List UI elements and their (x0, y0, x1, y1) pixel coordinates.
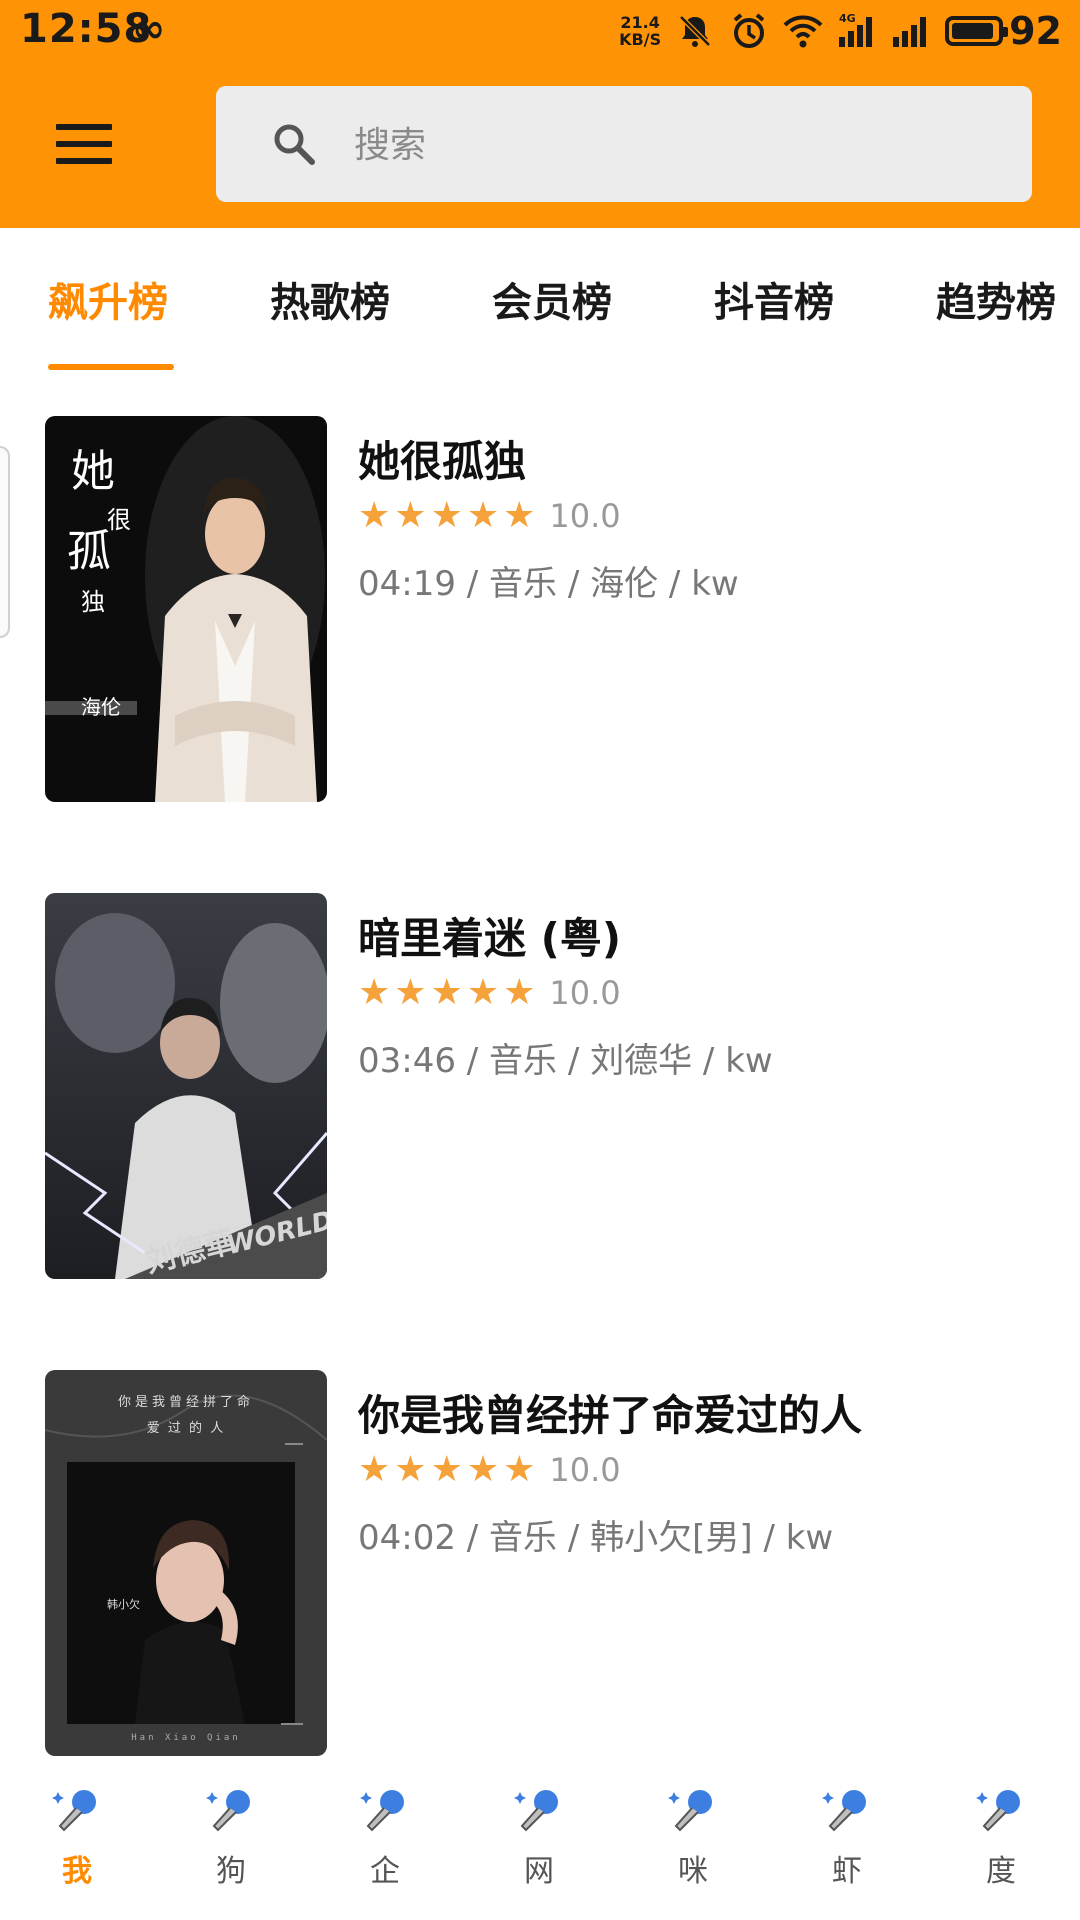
chart-tabs: 飙升榜 热歌榜 会员榜 抖音榜 趋势榜 (0, 228, 1080, 378)
rating-value: 10.0 (549, 974, 621, 1012)
star-icon: ★ (358, 972, 391, 1013)
song-meta: 04:02 / 音乐 / 韩小欠[男] / kw (358, 1518, 834, 1558)
battery: 92 (945, 9, 1062, 53)
microphone-icon (514, 1790, 558, 1832)
rating-value: 10.0 (549, 497, 621, 535)
star-icon: ★ (503, 495, 536, 536)
signal-icon (893, 17, 927, 47)
nav-item-migu[interactable]: 咪 (616, 1768, 770, 1920)
song-item[interactable]: 她 很 孤 独 海伦 她很孤独 ★ ★ ★ ★ ★ 10.0 04:19 / 音… (0, 416, 1080, 804)
song-meta: 04:19 / 音乐 / 海伦 / kw (358, 564, 739, 604)
cover-text: 孤 (67, 526, 111, 577)
star-icon: ★ (394, 1449, 427, 1490)
bottom-nav: 我 狗 企 网 咪 虾 度 (0, 1768, 1080, 1920)
hamburger-menu-icon[interactable] (56, 124, 112, 164)
star-icon: ★ (503, 1449, 536, 1490)
nav-item-me[interactable]: 我 (0, 1768, 154, 1920)
star-icon: ★ (466, 972, 500, 1013)
net-speed: 21.4 KB/S (619, 14, 661, 48)
star-icon: ★ (430, 495, 463, 536)
nav-label: 度 (986, 1854, 1016, 1889)
star-icon: ★ (430, 1449, 463, 1490)
cover-text: 韩小欠 (107, 1597, 140, 1611)
battery-level (952, 23, 993, 39)
microphone-icon (52, 1790, 96, 1832)
nav-item-netease[interactable]: 网 (462, 1768, 616, 1920)
cover-text: 爱 过 的 人 (147, 1420, 225, 1436)
network-label: 4G (839, 12, 856, 25)
tab-douyin[interactable]: 抖音榜 (714, 270, 834, 340)
song-item[interactable]: 刘德華 WORLD 暗里着迷 (粤) ★ ★ ★ ★ ★ 10.0 03:46 … (0, 893, 1080, 1281)
song-title[interactable]: 暗里着迷 (粤) (358, 905, 621, 966)
star-icon: ★ (394, 495, 427, 536)
mute-bell-icon (679, 15, 711, 47)
rating-value: 10.0 (549, 1451, 621, 1489)
album-cover[interactable]: 她 很 孤 独 海伦 (45, 416, 327, 802)
nav-item-xiami[interactable]: 虾 (770, 1768, 924, 1920)
alarm-icon (733, 13, 765, 48)
microphone-icon (976, 1790, 1020, 1832)
album-cover-art: 刘德華 WORLD (45, 893, 327, 1279)
star-icon: ★ (430, 972, 463, 1013)
star-icon: ★ (466, 1449, 500, 1490)
star-icon: ★ (394, 972, 427, 1013)
star-icon: ★ (466, 495, 500, 536)
rating: ★ ★ ★ ★ ★ 10.0 (358, 1450, 621, 1490)
cover-text: 独 (81, 588, 105, 616)
tab-soaring[interactable]: 飙升榜 (48, 270, 168, 340)
nav-item-qq[interactable]: 企 (308, 1768, 462, 1920)
tab-trending[interactable]: 趋势榜 (936, 270, 1056, 340)
cover-text: 海伦 (81, 695, 121, 719)
song-meta: 03:46 / 音乐 / 刘德华 / kw (358, 1041, 773, 1081)
nav-item-baidu[interactable]: 度 (924, 1768, 1078, 1920)
net-speed-value: 21.4 (620, 13, 660, 32)
status-icons: 21.4 KB/S 4G 92 (619, 6, 1062, 56)
album-cover-art: 你是我曾经拼了命 爱 过 的 人 韩小欠 Han Xiao Qian (45, 1370, 327, 1756)
star-icon: ★ (358, 495, 391, 536)
tab-indicator (48, 364, 174, 370)
search-input[interactable] (354, 110, 954, 180)
net-speed-unit: KB/S (619, 30, 662, 49)
album-cover[interactable]: 你是我曾经拼了命 爱 过 的 人 韩小欠 Han Xiao Qian (45, 1370, 327, 1756)
cover-text: 你是我曾经拼了命 (118, 1394, 254, 1410)
wifi-icon (783, 15, 823, 48)
nav-label: 网 (524, 1854, 554, 1889)
signal-4g-icon: 4G (839, 12, 873, 47)
microphone-icon (668, 1790, 712, 1832)
song-title[interactable]: 她很孤独 (358, 428, 526, 489)
microphone-icon (360, 1790, 404, 1832)
battery-icon (945, 16, 1009, 46)
album-cover-art: 她 很 孤 独 海伦 (45, 416, 327, 802)
rating: ★ ★ ★ ★ ★ 10.0 (358, 973, 621, 1013)
microphone-icon (822, 1790, 866, 1832)
cover-text: 她 (71, 446, 115, 497)
rating: ★ ★ ★ ★ ★ 10.0 (358, 496, 621, 536)
nav-label: 虾 (832, 1854, 862, 1889)
cover-text: Han Xiao Qian (131, 1733, 240, 1743)
nav-label: 企 (370, 1854, 400, 1889)
microphone-icon (206, 1790, 250, 1832)
loop-icon: ∞ (132, 6, 166, 52)
nav-label: 咪 (678, 1854, 708, 1889)
tab-hot-songs[interactable]: 热歌榜 (270, 270, 390, 340)
battery-percent: 92 (1009, 9, 1062, 53)
star-icon: ★ (358, 1449, 391, 1490)
song-item[interactable]: 你是我曾经拼了命 爱 过 的 人 韩小欠 Han Xiao Qian 你是我曾经… (0, 1370, 1080, 1758)
album-cover[interactable]: 刘德華 WORLD (45, 893, 327, 1279)
tab-members[interactable]: 会员榜 (492, 270, 612, 340)
song-title[interactable]: 你是我曾经拼了命爱过的人 (358, 1382, 862, 1443)
nav-item-kugou[interactable]: 狗 (154, 1768, 308, 1920)
app-header: 12:58 ∞ 21.4 KB/S 4G 92 搜索 (0, 0, 1080, 228)
nav-label: 我 (62, 1854, 92, 1889)
nav-label: 狗 (216, 1854, 246, 1889)
status-bar: 12:58 ∞ 21.4 KB/S 4G 92 (0, 0, 1080, 62)
search-icon (274, 124, 315, 165)
search-bar[interactable] (216, 86, 1032, 202)
star-icon: ★ (503, 972, 536, 1013)
